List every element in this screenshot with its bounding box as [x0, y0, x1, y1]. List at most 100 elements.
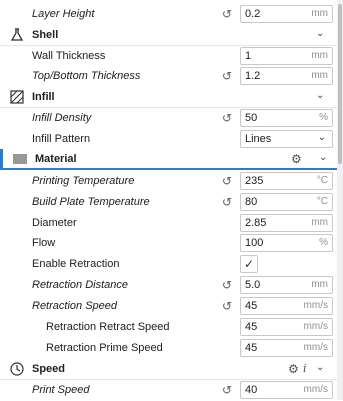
setting-label: Retraction Distance [32, 279, 128, 291]
setting-label: Enable Retraction [32, 258, 120, 270]
setting-label: Retraction Retract Speed [46, 321, 170, 333]
chevron-down-icon[interactable]: ⌄ [316, 362, 324, 373]
selected-value: Lines [245, 133, 272, 145]
setting-label: Printing Temperature [32, 175, 135, 187]
infill-density-input[interactable]: 50 % [240, 109, 333, 127]
field-value: 1 [245, 50, 252, 62]
enable-retraction-checkbox[interactable]: ✓ [240, 255, 258, 273]
setting-label: Wall Thickness [32, 50, 106, 62]
field-unit: mm [311, 8, 328, 19]
setting-retraction-prime-speed: Retraction Prime Speed 45 mm/s [0, 338, 337, 359]
category-infill[interactable]: Infill ⌄ [0, 87, 337, 108]
speed-icon [10, 362, 24, 376]
field-unit: mm [311, 279, 328, 290]
retraction-distance-input[interactable]: 5.0 mm [240, 276, 333, 294]
category-title: Infill [32, 91, 55, 103]
field-value: 235 [245, 175, 264, 187]
field-unit: % [319, 237, 328, 248]
setting-build-plate-temperature: Build Plate Temperature ↺ 80 °C [0, 192, 337, 213]
setting-infill-pattern: Infill Pattern Lines ⌄ [0, 129, 337, 150]
reset-icon[interactable]: ↺ [220, 69, 234, 83]
print-speed-input[interactable]: 40 mm/s [240, 381, 333, 399]
field-unit: °C [316, 196, 328, 207]
scrollbar[interactable] [337, 0, 343, 400]
setting-print-speed: Print Speed ↺ 40 mm/s [0, 380, 337, 401]
field-value: 45 [245, 321, 258, 333]
setting-label: Flow [32, 237, 56, 249]
info-icon[interactable]: i [303, 362, 307, 375]
field-unit: mm [311, 70, 328, 81]
printing-temperature-input[interactable]: 235 °C [240, 172, 333, 190]
setting-enable-retraction: Enable Retraction ✓ [0, 254, 337, 275]
setting-retraction-retract-speed: Retraction Retract Speed 45 mm/s [0, 317, 337, 338]
chevron-down-icon[interactable]: ⌄ [316, 90, 324, 101]
scrollbar-thumb[interactable] [338, 4, 342, 164]
setting-label: Top/Bottom Thickness [32, 70, 141, 82]
setting-retraction-speed: Retraction Speed ↺ 45 mm/s [0, 296, 337, 317]
field-value: 100 [245, 237, 264, 249]
category-title: Shell [32, 29, 59, 41]
field-unit: % [319, 112, 328, 123]
category-material[interactable]: Material ⚙ ⌄ [0, 149, 337, 170]
chevron-down-icon[interactable]: ⌄ [316, 28, 324, 39]
infill-icon [10, 90, 24, 104]
field-unit: mm/s [303, 321, 328, 332]
setting-printing-temperature: Printing Temperature ↺ 235 °C [0, 171, 337, 192]
setting-label: Build Plate Temperature [32, 196, 150, 208]
field-unit: mm/s [303, 342, 328, 353]
gear-icon[interactable]: ⚙ [288, 362, 299, 376]
retraction-prime-speed-input[interactable]: 45 mm/s [240, 339, 333, 357]
field-value: 5.0 [245, 279, 261, 291]
field-value: 0.2 [245, 8, 261, 20]
reset-icon[interactable]: ↺ [220, 174, 234, 188]
gear-icon[interactable]: ⚙ [291, 152, 302, 166]
flow-input[interactable]: 100 % [240, 234, 333, 252]
setting-label: Diameter [32, 217, 77, 229]
infill-pattern-select[interactable]: Lines ⌄ [240, 130, 333, 148]
reset-icon[interactable]: ↺ [220, 299, 234, 313]
category-title: Speed [32, 363, 66, 375]
chevron-down-icon: ⌄ [317, 132, 326, 143]
retraction-speed-input[interactable]: 45 mm/s [240, 297, 333, 315]
setting-label: Print Speed [32, 384, 90, 396]
setting-top-bottom-thickness: Top/Bottom Thickness ↺ 1.2 mm [0, 66, 337, 87]
category-title: Material [35, 153, 77, 165]
field-value: 45 [245, 342, 258, 354]
top-bottom-thickness-input[interactable]: 1.2 mm [240, 67, 333, 85]
setting-infill-density: Infill Density ↺ 50 % [0, 108, 337, 129]
field-value: 1.2 [245, 70, 261, 82]
layer-height-input[interactable]: 0.2 mm [240, 5, 333, 23]
field-value: 80 [245, 196, 258, 208]
chevron-down-icon[interactable]: ⌄ [319, 152, 327, 163]
category-shell[interactable]: Shell ⌄ [0, 25, 337, 46]
field-value: 40 [245, 384, 258, 396]
setting-flow: Flow 100 % [0, 233, 337, 254]
setting-label: Infill Density [32, 112, 92, 124]
reset-icon[interactable]: ↺ [220, 7, 234, 21]
setting-retraction-distance: Retraction Distance ↺ 5.0 mm [0, 275, 337, 296]
reset-icon[interactable]: ↺ [220, 195, 234, 209]
setting-diameter: Diameter 2.85 mm [0, 213, 337, 234]
field-unit: mm/s [303, 384, 328, 395]
wall-thickness-input[interactable]: 1 mm [240, 47, 333, 65]
reset-icon[interactable]: ↺ [220, 111, 234, 125]
build-plate-temperature-input[interactable]: 80 °C [240, 193, 333, 211]
setting-label: Layer Height [32, 8, 95, 20]
field-value: 45 [245, 300, 258, 312]
field-unit: mm/s [303, 300, 328, 311]
category-speed[interactable]: Speed ⚙ i ⌄ [0, 359, 337, 380]
setting-label: Infill Pattern [32, 133, 91, 145]
field-unit: mm [311, 217, 328, 228]
reset-icon[interactable]: ↺ [220, 383, 234, 397]
print-settings-panel: Layer Height ↺ 0.2 mm Shell ⌄ Wall Thick… [0, 0, 337, 400]
reset-icon[interactable]: ↺ [220, 278, 234, 292]
diameter-input[interactable]: 2.85 mm [240, 214, 333, 232]
field-value: 2.85 [245, 217, 267, 229]
field-value: 50 [245, 112, 258, 124]
field-unit: mm [311, 50, 328, 61]
setting-label: Retraction Prime Speed [46, 342, 163, 354]
shell-icon [10, 28, 24, 42]
retraction-retract-speed-input[interactable]: 45 mm/s [240, 318, 333, 336]
setting-layer-height: Layer Height ↺ 0.2 mm [0, 4, 337, 25]
setting-wall-thickness: Wall Thickness 1 mm [0, 46, 337, 67]
